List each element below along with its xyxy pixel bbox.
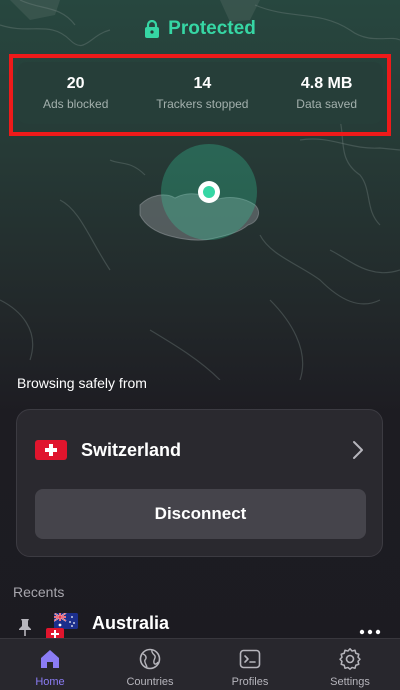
tab-profiles[interactable]: Profiles <box>200 639 300 688</box>
stat-ads-blocked: 20 Ads blocked <box>43 75 108 111</box>
home-icon <box>41 650 59 668</box>
stat-trackers-stopped: 14 Trackers stopped <box>156 75 248 111</box>
tab-label: Profiles <box>231 676 269 688</box>
tab-label: Home <box>35 676 65 688</box>
browsing-heading: Browsing safely from <box>17 375 147 391</box>
stats-card: 20 Ads blocked 14 Trackers stopped 4.8 M… <box>17 62 383 124</box>
australia-flag-icon <box>54 613 78 629</box>
tab-label: Settings <box>330 676 370 688</box>
connection-status: Protected <box>0 18 400 40</box>
disconnect-button[interactable]: Disconnect <box>35 489 366 539</box>
chevron-right-icon <box>353 441 363 459</box>
recent-country-name: Australia <box>92 613 170 633</box>
gear-icon <box>339 648 361 670</box>
recent-item[interactable]: Australia <box>0 608 400 640</box>
current-country-row[interactable]: Switzerland <box>35 434 365 466</box>
tab-home[interactable]: Home <box>0 639 100 688</box>
tab-settings[interactable]: Settings <box>300 639 400 688</box>
switzerland-flag-icon <box>35 440 67 460</box>
app-screen: Protected 20 Ads blocked 14 Trackers sto… <box>0 0 400 690</box>
status-label: Protected <box>168 18 256 39</box>
stat-label: Data saved <box>296 97 357 111</box>
recents-heading: Recents <box>13 584 65 600</box>
tab-countries[interactable]: Countries <box>100 639 200 688</box>
lock-icon <box>145 20 160 38</box>
stat-label: Ads blocked <box>43 97 109 111</box>
globe-icon <box>139 648 161 670</box>
stat-data-saved: 4.8 MB Data saved <box>296 75 357 111</box>
server-card: Switzerland Disconnect <box>16 409 383 557</box>
terminal-icon <box>239 649 261 669</box>
stat-label: Trackers stopped <box>156 97 249 111</box>
tab-label: Countries <box>126 676 174 688</box>
current-country-name: Switzerland <box>81 439 182 460</box>
stat-value: 14 <box>193 75 212 92</box>
pin-icon[interactable] <box>17 618 33 636</box>
stat-value: 20 <box>66 75 85 92</box>
bottom-tab-bar: Home Countries Profiles Settings <box>0 638 400 690</box>
stat-value: 4.8 MB <box>300 75 353 92</box>
more-options-icon[interactable] <box>358 628 382 636</box>
